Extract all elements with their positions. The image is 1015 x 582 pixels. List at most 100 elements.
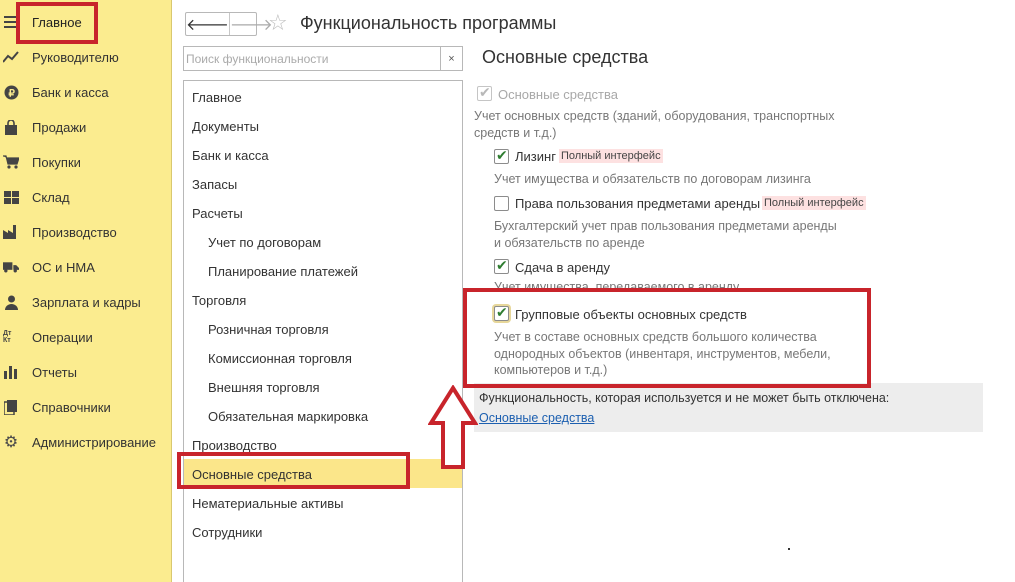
close-icon: × xyxy=(448,52,455,65)
sidebar-item-administration[interactable]: ⚙ Администрирование xyxy=(0,428,172,456)
section-item[interactable]: Внешняя торговля xyxy=(184,372,462,401)
stray-dot xyxy=(788,548,790,550)
fixed-assets-label: Основные средства xyxy=(498,87,618,102)
sidebar-item-fixed-assets[interactable]: ОС и НМА xyxy=(0,253,172,281)
content-title: Основные средства xyxy=(482,47,649,67)
section-label: Розничная торговля xyxy=(208,322,329,337)
gear-icon: ⚙ xyxy=(3,434,19,451)
lease-rights-description: Бухгалтерский учет прав пользования пред… xyxy=(494,218,837,251)
annotation-arrow-up-icon xyxy=(428,385,478,469)
full-interface-badge: Полный интерфейс xyxy=(762,196,866,210)
fixed-functionality-note: Функциональность, которая используется и… xyxy=(479,391,890,405)
section-label: Обязательная маркировка xyxy=(208,409,369,424)
highlight-main-section xyxy=(16,2,98,44)
fixed-assets-description: Учет основных средств (зданий, оборудова… xyxy=(474,108,835,141)
back-button[interactable]: 🡐 xyxy=(186,13,230,35)
section-item[interactable]: Главное xyxy=(184,82,462,111)
section-item[interactable]: Сотрудники xyxy=(184,517,462,546)
description-line: и обязательств по аренде xyxy=(494,235,645,250)
section-label: Торговля xyxy=(192,293,247,308)
section-item[interactable]: Торговля xyxy=(184,285,462,314)
section-label: Банк и касса xyxy=(192,148,269,163)
section-item[interactable]: Учет по договорам xyxy=(184,227,462,256)
sidebar-item-label: Банк и касса xyxy=(32,85,109,100)
svg-text:₽: ₽ xyxy=(8,88,15,99)
warehouse-grid-icon xyxy=(3,189,19,205)
sidebar-item-salary[interactable]: Зарплата и кадры xyxy=(0,288,172,316)
section-item[interactable]: Документы xyxy=(184,111,462,140)
section-label: Главное xyxy=(192,90,242,105)
sidebar-item-label: Операции xyxy=(32,330,93,345)
rental-label: Сдача в аренду xyxy=(515,260,611,275)
books-icon xyxy=(3,399,19,415)
section-label: Расчеты xyxy=(192,206,243,221)
history-nav: 🡐 🡒 xyxy=(185,12,273,36)
sidebar-item-operations[interactable]: Дт Кт Операции xyxy=(0,323,172,351)
sidebar-item-directories[interactable]: Справочники xyxy=(0,393,172,421)
section-item[interactable]: Нематериальные активы xyxy=(184,488,462,517)
sidebar-item-purchases[interactable]: Покупки xyxy=(0,148,172,176)
section-label: Запасы xyxy=(192,177,238,192)
sidebar-item-sales[interactable]: Продажи xyxy=(0,113,172,141)
leasing-description: Учет имущества и обязательств по договор… xyxy=(494,171,811,188)
sidebar-item-reports[interactable]: Отчеты xyxy=(0,358,172,386)
leasing-checkbox[interactable] xyxy=(494,147,509,164)
sidebar-item-bank[interactable]: ₽ Банк и касса xyxy=(0,78,172,106)
sidebar-item-production[interactable]: Производство xyxy=(0,218,172,246)
factory-icon xyxy=(3,224,19,240)
section-label: Внешняя торговля xyxy=(208,380,320,395)
lease-rights-label: Права пользования предметами аренды xyxy=(515,196,761,211)
section-label: Производство xyxy=(192,438,277,453)
rental-checkbox[interactable] xyxy=(494,257,509,274)
sidebar-item-label: Отчеты xyxy=(32,365,77,380)
shopping-bag-icon xyxy=(3,119,19,135)
section-item[interactable]: Банк и касса xyxy=(184,140,462,169)
arrow-right-icon: 🡒 xyxy=(229,16,273,34)
section-item[interactable]: Планирование платежей xyxy=(184,256,462,285)
truck-icon xyxy=(3,259,19,275)
sidebar-item-label: Покупки xyxy=(32,155,81,170)
leasing-label: Лизинг xyxy=(515,149,556,164)
search-box: × xyxy=(183,46,463,71)
sections-list: Главное Документы Банк и касса Запасы Ра… xyxy=(183,80,463,582)
forward-button[interactable]: 🡒 xyxy=(230,13,273,35)
section-item[interactable]: Комиссионная торговля xyxy=(184,343,462,372)
lease-rights-checkbox[interactable] xyxy=(494,196,509,211)
full-interface-badge: Полный интерфейс xyxy=(559,149,663,163)
favorite-star-icon[interactable]: ☆ xyxy=(268,10,288,36)
bar-chart-icon xyxy=(3,364,19,380)
section-label: Планирование платежей xyxy=(208,264,358,279)
section-label: Нематериальные активы xyxy=(192,496,344,511)
section-label: Комиссионная торговля xyxy=(208,351,352,366)
section-item[interactable]: Запасы xyxy=(184,169,462,198)
sidebar-item-director[interactable]: Руководителю xyxy=(0,43,172,71)
section-label: Документы xyxy=(192,119,260,134)
sidebar-item-warehouse[interactable]: Склад xyxy=(0,183,172,211)
trend-chart-icon xyxy=(3,49,19,65)
description-line: Учет основных средств (зданий, оборудова… xyxy=(474,109,835,123)
search-input[interactable] xyxy=(186,49,436,68)
description-line: средств и т.д.) xyxy=(474,125,557,140)
person-icon xyxy=(3,294,19,310)
section-label: Сотрудники xyxy=(192,525,263,540)
shopping-cart-icon xyxy=(3,154,19,170)
sidebar-item-label: Зарплата и кадры xyxy=(32,295,141,310)
fixed-assets-checkbox[interactable] xyxy=(477,84,492,101)
section-item[interactable]: Розничная торговля xyxy=(184,314,462,343)
arrow-left-icon: 🡐 xyxy=(186,16,229,34)
sidebar-item-label: Справочники xyxy=(32,400,111,415)
fixed-functionality-panel: Функциональность, которая используется и… xyxy=(474,383,983,432)
sidebar-item-label: Продажи xyxy=(32,120,87,135)
sections-sidebar: Главное Руководителю ₽ Банк и касса Прод… xyxy=(0,0,172,582)
section-item[interactable]: Расчеты xyxy=(184,198,462,227)
section-item[interactable]: Обязательная маркировка xyxy=(184,401,462,430)
description-line: Учет имущества и обязательств по договор… xyxy=(494,172,811,186)
clear-search-button[interactable]: × xyxy=(440,47,462,70)
page-title: Функциональность программы xyxy=(300,13,557,33)
section-label: Учет по договорам xyxy=(208,235,322,250)
sidebar-item-label: Руководителю xyxy=(32,50,119,65)
fixed-assets-link[interactable]: Основные средства xyxy=(479,411,594,425)
sidebar-item-label: Производство xyxy=(32,225,117,240)
description-line: Бухгалтерский учет прав пользования пред… xyxy=(494,219,837,233)
highlight-fixed-assets-section xyxy=(177,452,410,489)
